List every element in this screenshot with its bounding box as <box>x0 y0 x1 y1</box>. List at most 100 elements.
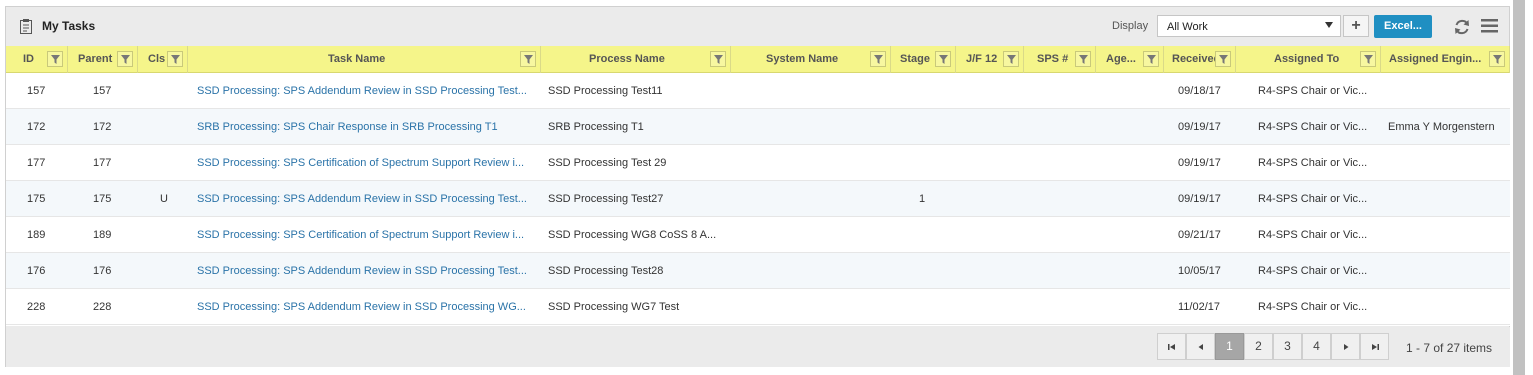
clipboard-icon <box>20 19 32 34</box>
column-header-jf-12[interactable]: J/F 12 <box>956 46 1024 73</box>
cell-parent: 228 <box>93 301 112 313</box>
column-header-assigned-engineer[interactable]: Assigned Engin... <box>1381 46 1510 73</box>
column-header-label: Received <box>1172 53 1221 65</box>
cell-assigned: R4-SPS Chair or Vic... <box>1258 121 1368 133</box>
filter-icon[interactable] <box>1360 51 1376 67</box>
column-header-label: Stage <box>900 53 930 65</box>
cell-id: 176 <box>27 265 46 277</box>
task-link[interactable]: SSD Processing: SPS Addendum Review in S… <box>197 301 526 313</box>
task-link[interactable]: SSD Processing: SPS Certification of Spe… <box>197 157 524 169</box>
cell-cls: U <box>160 193 168 205</box>
column-header-age[interactable]: Age... <box>1096 46 1164 73</box>
prev-page-button[interactable] <box>1186 333 1215 360</box>
next-page-button[interactable] <box>1331 333 1360 360</box>
filter-icon[interactable] <box>1143 51 1159 67</box>
cell-parent: 172 <box>93 121 112 133</box>
page-scrollbar[interactable] <box>1513 0 1525 375</box>
display-select[interactable]: All Work <box>1157 15 1341 37</box>
table-row[interactable]: 175 175 U SSD Processing: SPS Addendum Revi… <box>6 181 1510 217</box>
display-select-value: All Work <box>1167 21 1208 33</box>
prev-page-icon <box>1198 344 1203 350</box>
task-link[interactable]: SSD Processing: SPS Addendum Review in S… <box>197 193 527 205</box>
cell-assigned: R4-SPS Chair or Vic... <box>1258 193 1368 205</box>
cell-received: 09/19/17 <box>1178 121 1221 133</box>
next-page-icon <box>1343 344 1348 350</box>
chevron-down-icon <box>1325 22 1333 28</box>
column-header-label: Process Name <box>589 53 665 65</box>
cell-id: 228 <box>27 301 46 313</box>
column-header-label: Cls <box>148 53 166 65</box>
column-header-label: Assigned To <box>1274 53 1340 65</box>
column-header-stage[interactable]: Stage <box>891 46 956 73</box>
cell-received: 10/05/17 <box>1178 265 1221 277</box>
cell-assigned: R4-SPS Chair or Vic... <box>1258 301 1368 313</box>
table-row[interactable]: 177 177 SSD Processing: SPS Certification … <box>6 145 1510 181</box>
table-row[interactable]: 157 157 SSD Processing: SPS Addendum Revie… <box>6 73 1510 109</box>
task-link[interactable]: SSD Processing: SPS Addendum Review in S… <box>197 85 527 97</box>
pager-info: 1 - 7 of 27 items <box>1406 341 1493 355</box>
filter-icon[interactable] <box>870 51 886 67</box>
filter-icon[interactable] <box>1215 51 1231 67</box>
grid-pager: 1 2 3 4 1 - 7 of 27 items <box>6 327 1510 367</box>
column-header-process-name[interactable]: Process Name <box>541 46 731 73</box>
menu-icon[interactable] <box>1481 19 1498 33</box>
filter-icon[interactable] <box>1003 51 1019 67</box>
cell-process: SSD Processing WG8 CoSS 8 A... <box>548 229 717 241</box>
table-row[interactable]: 176 176 SSD Processing: SPS Addendum Revie… <box>6 253 1510 289</box>
column-header-label: System Name <box>766 53 839 65</box>
cell-engineer: Emma Y Morgenstern <box>1388 121 1495 133</box>
column-header-label: Age... <box>1106 53 1136 65</box>
my-tasks-panel: My Tasks Display All Work + Excel... ID P… <box>5 6 1510 367</box>
table-row[interactable]: 189 189 SSD Processing: SPS Certification … <box>6 217 1510 253</box>
column-header-parent[interactable]: Parent <box>68 46 138 73</box>
filter-icon[interactable] <box>1489 51 1505 67</box>
column-header-assigned-to[interactable]: Assigned To <box>1236 46 1381 73</box>
column-header-sps-number[interactable]: SPS # <box>1024 46 1096 73</box>
page-2-button[interactable]: 2 <box>1244 333 1273 360</box>
cell-received: 09/18/17 <box>1178 85 1221 97</box>
first-page-button[interactable] <box>1157 333 1186 360</box>
table-row[interactable]: 228 228 SSD Processing: SPS Addendum Revie… <box>6 289 1510 325</box>
cell-stage: 1 <box>919 193 926 205</box>
excel-export-button[interactable]: Excel... <box>1374 15 1432 38</box>
column-header-received[interactable]: Received <box>1164 46 1236 73</box>
task-link[interactable]: SRB Processing: SPS Chair Response in SR… <box>197 121 498 133</box>
column-header-system-name[interactable]: System Name <box>731 46 891 73</box>
cell-received: 09/21/17 <box>1178 229 1221 241</box>
filter-icon[interactable] <box>520 51 536 67</box>
cell-id: 189 <box>27 229 46 241</box>
cell-assigned: R4-SPS Chair or Vic... <box>1258 229 1368 241</box>
filter-icon[interactable] <box>710 51 726 67</box>
cell-id: 157 <box>27 85 46 97</box>
tasks-grid: ID Parent Cls Task Name Process Name System N… <box>6 46 1510 326</box>
cell-process: SSD Processing Test 29 <box>548 157 667 169</box>
last-page-icon <box>1371 344 1379 350</box>
column-header-task-name[interactable]: Task Name <box>188 46 541 73</box>
table-row[interactable]: 172 172 SRB Processing: SPS Chair Response… <box>6 109 1510 145</box>
filter-icon[interactable] <box>117 51 133 67</box>
cell-assigned: R4-SPS Chair or Vic... <box>1258 265 1368 277</box>
add-view-button[interactable]: + <box>1343 15 1369 37</box>
task-link[interactable]: SSD Processing: SPS Certification of Spe… <box>197 229 524 241</box>
column-header-label: Parent <box>78 53 113 65</box>
refresh-icon[interactable] <box>1453 18 1471 36</box>
cell-parent: 189 <box>93 229 112 241</box>
filter-icon[interactable] <box>935 51 951 67</box>
page-4-button[interactable]: 4 <box>1302 333 1331 360</box>
grid-header: ID Parent Cls Task Name Process Name System N… <box>6 46 1510 73</box>
cell-assigned: R4-SPS Chair or Vic... <box>1258 157 1368 169</box>
cell-received: 09/19/17 <box>1178 193 1221 205</box>
column-header-label: Task Name <box>328 53 386 65</box>
filter-icon[interactable] <box>1075 51 1091 67</box>
page-3-button[interactable]: 3 <box>1273 333 1302 360</box>
column-header-id[interactable]: ID <box>6 46 68 73</box>
filter-icon[interactable] <box>167 51 183 67</box>
column-header-cls[interactable]: Cls <box>138 46 188 73</box>
cell-process: SSD Processing Test27 <box>548 193 664 205</box>
cell-parent: 176 <box>93 265 112 277</box>
filter-icon[interactable] <box>47 51 63 67</box>
last-page-button[interactable] <box>1360 333 1389 360</box>
page-1-button[interactable]: 1 <box>1215 333 1244 360</box>
task-link[interactable]: SSD Processing: SPS Addendum Review in S… <box>197 265 527 277</box>
cell-process: SSD Processing Test11 <box>548 85 663 97</box>
